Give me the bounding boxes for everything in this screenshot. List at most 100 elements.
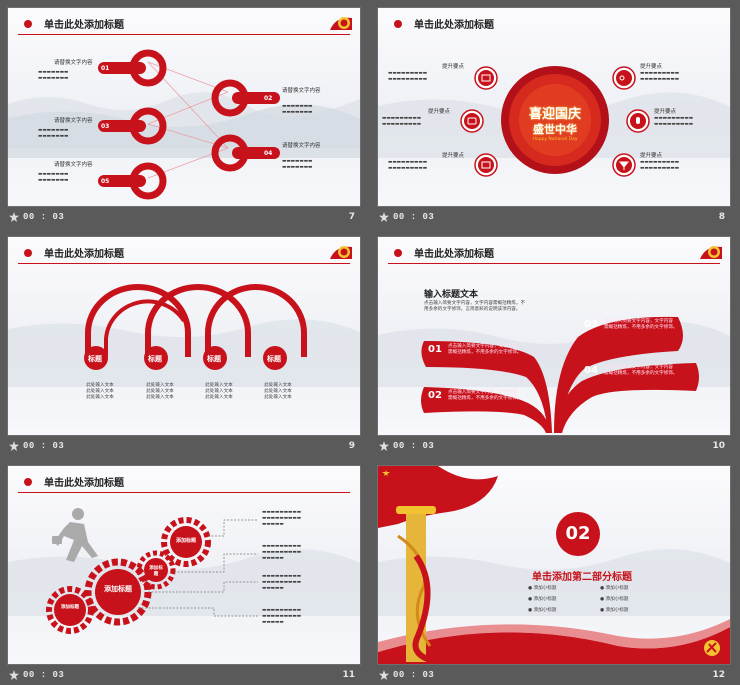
slide-meta: 00 : 03 8 [377, 209, 731, 227]
gear-label-4: 添加标题 [175, 538, 196, 544]
slide-meta: 00 : 03 11 [7, 667, 361, 685]
national-emblem-icon [700, 246, 722, 259]
badge-main: 喜迎国庆 [528, 107, 581, 122]
slide-header: 单击此处添加标题 [8, 466, 360, 494]
slide-header: 单击此处添加标题 [378, 237, 730, 265]
title-underline [18, 492, 350, 493]
badge-sub: 盛世中华 [533, 123, 577, 136]
placeholder-text: ▬▬▬▬▬▬▬▬▬ ▬▬▬▬▬▬▬▬▬ [640, 71, 680, 82]
desc-02: 点击输入简要文字内容，文字内容 需概括精炼，不用多余的文字修饰。 [448, 390, 522, 401]
flag [378, 466, 498, 528]
step-03: 03 [584, 319, 598, 330]
step-01: 01 [428, 344, 442, 355]
slide-title: 单击此处添加标题 [44, 249, 124, 260]
section-title: 单击添加第二部分标题 [532, 572, 632, 583]
slide-timing: 00 : 03 [393, 670, 435, 680]
leaf-diagram [378, 316, 730, 433]
slide-number: 8 [718, 212, 725, 222]
title-dot [24, 249, 32, 257]
placeholder-text: ▬▬▬▬▬▬▬▬▬ ▬▬▬▬▬▬▬▬▬ [654, 116, 694, 127]
point-5: 提升要点 [654, 109, 677, 115]
step-01: 01 [101, 65, 110, 72]
star-icon [9, 670, 19, 680]
slide-meta: 00 : 03 9 [7, 438, 361, 456]
gear-label-3: 添加标题 [149, 566, 163, 577]
content-title: 输入标题文本 [424, 290, 479, 300]
title-underline [388, 263, 720, 264]
placeholder-text: ▬▬▬▬▬▬▬ ▬▬▬▬▬▬▬ [282, 159, 313, 170]
point-1: 提升要点 [442, 64, 465, 70]
slide-number: 12 [712, 670, 725, 680]
national-emblem-icon [330, 17, 352, 30]
bullet-item: ● 添加小标题 [528, 608, 557, 613]
slide-meta: 00 : 03 12 [377, 667, 731, 685]
party-emblem-icon [704, 640, 720, 656]
placeholder-text: ▬▬▬▬▬▬▬▬▬ ▬▬▬▬▬▬▬▬▬ [382, 116, 422, 127]
slide-meta: 00 : 03 10 [377, 438, 731, 456]
placeholder-text: ▬▬▬▬▬▬▬ ▬▬▬▬▬▬▬ [282, 104, 313, 115]
bullet-item: ● 添加小标题 [528, 586, 557, 591]
bullet-item: ● 添加小标题 [600, 608, 629, 613]
placeholder-text: ▬▬▬▬▬▬▬▬▬ ▬▬▬▬▬▬▬▬▬ ▬▬▬▬▬ [262, 544, 302, 561]
slide-timing: 00 : 03 [23, 670, 65, 680]
slide-number: 9 [348, 441, 355, 451]
placeholder-text: ▬▬▬▬▬▬▬▬▬ ▬▬▬▬▬▬▬▬▬ [388, 71, 428, 82]
gear-label-1: 添加标题 [61, 605, 79, 610]
slide-11[interactable]: 单击此处添加标题 添加标题 添加标题 添加标题 添加标题 ▬▬▬▬▬▬▬▬▬ ▬▬… [7, 465, 361, 665]
section-number: 02 [565, 523, 591, 544]
slide-9[interactable]: 单击此处添加标题 标题 标题 标题 标题 此处输入文本 此处输入文本 此处输入文本 … [7, 236, 361, 436]
placeholder-text: ▬▬▬▬▬▬▬▬▬ ▬▬▬▬▬▬▬▬▬ ▬▬▬▬▬ [262, 574, 302, 591]
step-02: 02 [264, 95, 273, 102]
title-dot [394, 249, 402, 257]
step-02: 02 [428, 390, 442, 401]
desc-01: 点击输入简要文字内容，文字内容 需概括精炼，不用多余的文字修饰。 [448, 344, 522, 355]
star-icon [379, 670, 389, 680]
slide-10[interactable]: 单击此处添加标题 输入标题文本 点击输入简要文字内容，文字内容需概括精炼，不 用多… [377, 236, 731, 436]
star-icon [9, 441, 19, 451]
label-4: 请替换文字内容 [282, 143, 321, 149]
title-dot [394, 20, 402, 28]
title-underline [18, 34, 350, 35]
step-04: 04 [264, 150, 273, 157]
section-background [378, 466, 730, 664]
slide-8[interactable]: 单击此处添加标题 喜迎国庆 盛世中华 Happy National Day 提升… [377, 7, 731, 207]
slide-timing: 00 : 03 [393, 441, 435, 451]
gear-label-2: 添加标题 [104, 585, 132, 593]
item-3: 标题 [207, 355, 221, 363]
caption-1: 此处输入文本 此处输入文本 此处输入文本 [86, 383, 114, 400]
bullet-item: ● 添加小标题 [600, 586, 629, 591]
step-05: 05 [101, 178, 110, 185]
star-icon [379, 441, 389, 451]
slide-title: 单击此处添加标题 [414, 249, 494, 260]
national-emblem-icon [330, 246, 352, 259]
star-icon [379, 212, 389, 222]
slide-timing: 00 : 03 [23, 212, 65, 222]
step-03: 03 [101, 123, 110, 130]
caption-2: 此处输入文本 此处输入文本 此处输入文本 [146, 383, 174, 400]
slide-meta: 00 : 03 7 [7, 209, 361, 227]
slide-number: 10 [712, 441, 725, 451]
slide-title: 单击此处添加标题 [44, 20, 124, 31]
slide-header: 单击此处添加标题 [8, 237, 360, 265]
gears-diagram [8, 508, 360, 634]
placeholder-text: ▬▬▬▬▬▬▬ ▬▬▬▬▬▬▬ [38, 70, 69, 81]
slide-title: 单击此处添加标题 [44, 478, 124, 489]
badge-en: Happy National Day [532, 137, 578, 142]
caption-3: 此处输入文本 此处输入文本 此处输入文本 [205, 383, 233, 400]
label-5: 请替换文字内容 [54, 162, 93, 168]
slide-timing: 00 : 03 [23, 441, 65, 451]
placeholder-text: ▬▬▬▬▬▬▬ ▬▬▬▬▬▬▬ [38, 128, 69, 139]
slide-7[interactable]: 单击此处添加标题 01 03 05 02 04 请替换文字内容 ▬▬▬▬▬▬▬ ▬… [7, 7, 361, 207]
label-3: 请替换文字内容 [54, 118, 93, 124]
placeholder-text: ▬▬▬▬▬▬▬▬▬ ▬▬▬▬▬▬▬▬▬ [388, 160, 428, 171]
slide-title: 单击此处添加标题 [414, 20, 494, 31]
slide-12[interactable]: 02 单击添加第二部分标题 ● 添加小标题 ● 添加小标题 ● 添加小标题 ● … [377, 465, 731, 665]
label-2: 请替换文字内容 [282, 88, 321, 94]
slide-header: 单击此处添加标题 [8, 8, 360, 36]
item-1: 标题 [88, 355, 102, 363]
slide-number: 7 [348, 212, 355, 222]
step-04: 04 [584, 365, 598, 376]
star-icon [9, 212, 19, 222]
slide-header: 单击此处添加标题 [378, 8, 730, 36]
bullet-item: ● 添加小标题 [600, 597, 629, 602]
